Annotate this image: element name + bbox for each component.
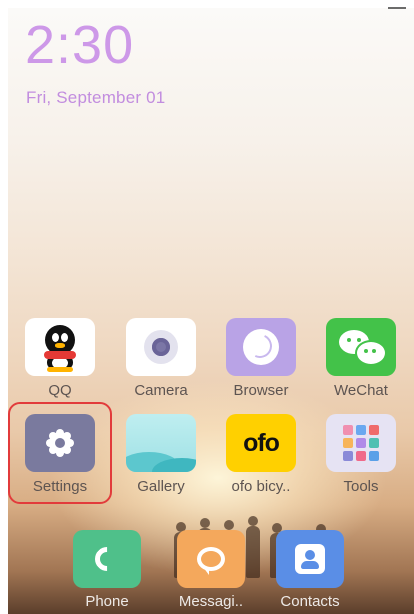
settings-highlight-box (8, 402, 112, 504)
browser-icon (226, 318, 296, 376)
dock-bar: Phone Messagi.. Contacts (8, 530, 414, 614)
app-label-browser: Browser (233, 382, 289, 399)
dock-app-messages[interactable]: Messagi.. (161, 530, 261, 610)
app-tools[interactable]: Tools (316, 414, 406, 495)
dock-label-messages: Messagi.. (178, 593, 244, 610)
clock-time: 2:30 (25, 15, 135, 75)
contact-card-icon (276, 530, 344, 588)
wechat-icon (326, 318, 396, 376)
phone-icon (73, 530, 141, 588)
app-camera[interactable]: Camera (116, 318, 206, 399)
status-bar-indicator (388, 7, 406, 9)
dock-label-phone: Phone (85, 593, 129, 610)
dock-label-contacts: Contacts (280, 593, 340, 610)
camera-icon (126, 318, 196, 376)
message-bubble-icon (177, 530, 245, 588)
app-ofo[interactable]: ofo ofo bicy.. (216, 414, 306, 495)
app-browser[interactable]: Browser (216, 318, 306, 399)
dock-app-contacts[interactable]: Contacts (260, 530, 360, 610)
tools-grid-icon (326, 414, 396, 472)
app-label-wechat: WeChat (334, 382, 388, 399)
dock-app-phone[interactable]: Phone (57, 530, 157, 610)
app-gallery[interactable]: Gallery (116, 414, 206, 495)
app-label-qq: QQ (48, 382, 72, 399)
app-wechat[interactable]: WeChat (316, 318, 406, 399)
app-label-ofo: ofo bicy.. (231, 478, 291, 495)
home-screen: 2:30 Fri, September 01 QQ Camera Browser… (0, 0, 414, 614)
ofo-icon: ofo (226, 414, 296, 472)
qq-penguin-icon (25, 318, 95, 376)
app-label-gallery: Gallery (137, 478, 185, 495)
app-label-tools: Tools (343, 478, 379, 495)
clock-date: Fri, September 01 (26, 88, 166, 107)
app-label-camera: Camera (134, 382, 188, 399)
app-qq[interactable]: QQ (15, 318, 105, 399)
gallery-icon (126, 414, 196, 472)
ofo-logo-text: ofo (243, 428, 280, 457)
